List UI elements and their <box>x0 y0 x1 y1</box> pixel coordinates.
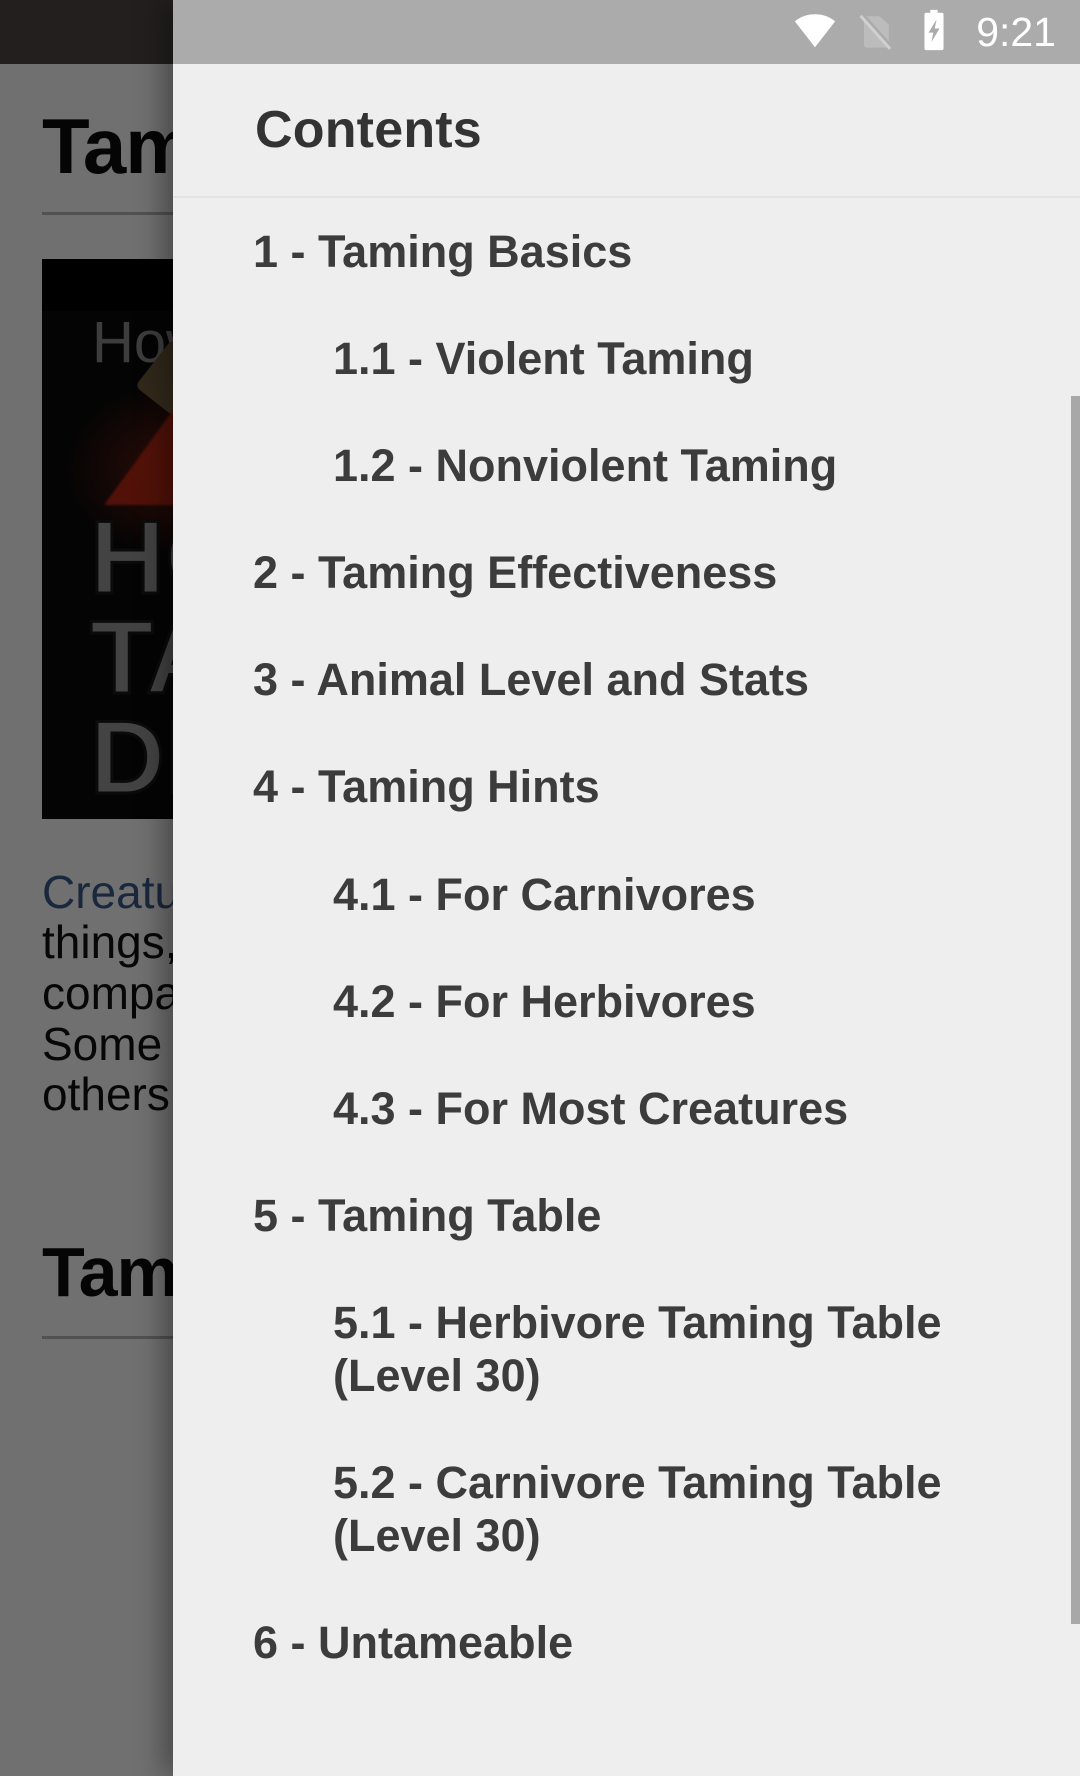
status-bar-clock: 9:21 <box>976 8 1056 55</box>
toc-item[interactable]: 1.1 - Violent Taming <box>173 305 1080 412</box>
drawer-scrollbar-track[interactable] <box>1071 198 1080 1776</box>
status-bar: 9:21 <box>173 0 1080 64</box>
table-of-contents-list[interactable]: 1 - Taming Basics 1.1 - Violent Taming 1.2… <box>173 198 1080 1776</box>
phone-screen: Taming How to HOW TO TAME DINOS Creature… <box>0 0 1080 1776</box>
toc-item[interactable]: 1.2 - Nonviolent Taming <box>173 412 1080 519</box>
toc-item[interactable]: 5 - Taming Table <box>173 1162 1080 1269</box>
contents-drawer: 9:21 Contents 1 - Taming Basics 1.1 - Vio… <box>173 0 1080 1776</box>
toc-item[interactable]: 4 - Taming Hints <box>173 733 1080 840</box>
toc-item[interactable]: 4.3 - For Most Creatures <box>173 1055 1080 1162</box>
battery-charging-icon <box>914 8 954 57</box>
toc-item[interactable]: 5.1 - Herbivore Taming Table (Level 30) <box>173 1269 1080 1429</box>
toc-item[interactable]: 4.1 - For Carnivores <box>173 841 1080 948</box>
drawer-scrollbar-thumb[interactable] <box>1071 396 1080 1624</box>
wifi-icon <box>792 7 838 58</box>
left-status-bar-strip <box>0 0 173 64</box>
toc-item[interactable]: 2 - Taming Effectiveness <box>173 519 1080 626</box>
drawer-header: Contents <box>173 64 1080 196</box>
toc-item[interactable]: 6 - Untameable <box>173 1589 1080 1696</box>
no-sim-icon <box>854 8 898 57</box>
drawer-title: Contents <box>255 101 482 159</box>
toc-item[interactable]: 1 - Taming Basics <box>173 198 1080 305</box>
toc-item[interactable]: 5.2 - Carnivore Taming Table (Level 30) <box>173 1429 1080 1589</box>
toc-item[interactable]: 3 - Animal Level and Stats <box>173 626 1080 733</box>
toc-item[interactable]: 4.2 - For Herbivores <box>173 948 1080 1055</box>
